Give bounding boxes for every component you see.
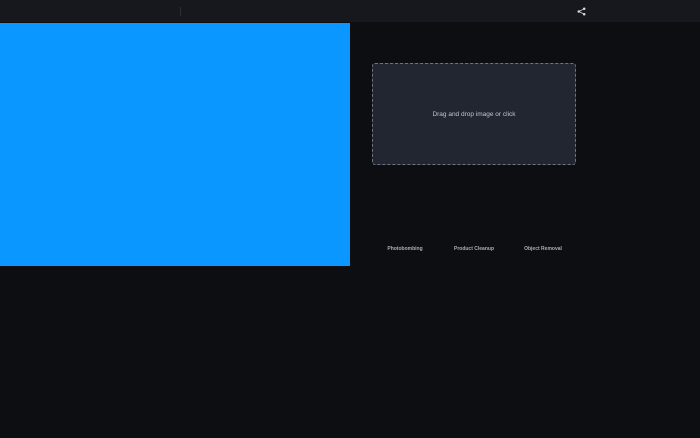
- image-preview-panel: [0, 23, 350, 266]
- example-photobombing[interactable]: Photobombing: [387, 246, 422, 252]
- dropzone-label: Drag and drop image or click: [432, 110, 516, 118]
- example-object-removal[interactable]: Object Removal: [524, 246, 562, 252]
- topbar-divider: [180, 7, 181, 16]
- share-icon: [577, 7, 585, 15]
- top-bar: [0, 0, 700, 22]
- example-links: Photobombing Product Cleanup Object Remo…: [372, 246, 576, 256]
- share-button[interactable]: [574, 4, 588, 18]
- example-product-cleanup[interactable]: Product Cleanup: [454, 246, 494, 252]
- image-dropzone[interactable]: Drag and drop image or click: [372, 63, 576, 165]
